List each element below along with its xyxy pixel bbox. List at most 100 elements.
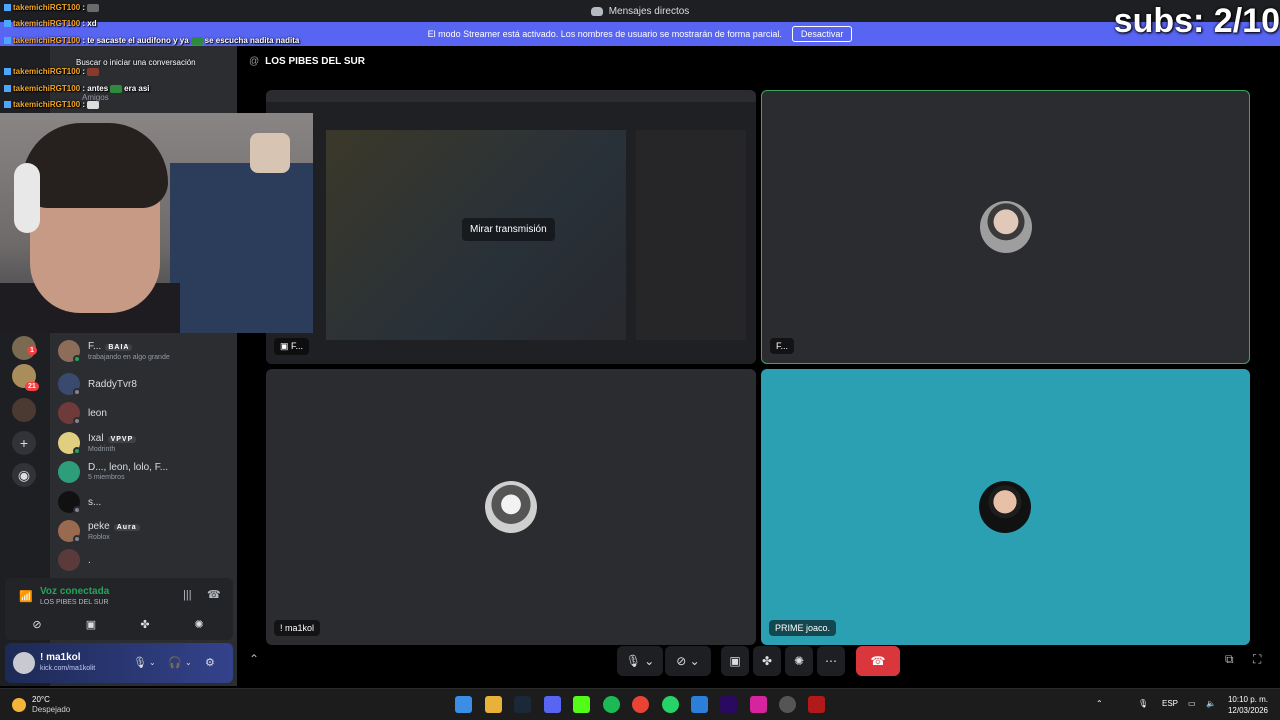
whatsapp-icon[interactable] [662,696,679,713]
spotify-icon[interactable] [603,696,620,713]
chat-message: takemichiRGT100 : te sacaste el audifono… [4,36,299,45]
kick-icon[interactable] [573,696,590,713]
dm-item[interactable]: . [58,547,233,573]
channel-header: @ LOS PIBES DEL SUR [249,56,365,67]
mic-icon: 🎙 ⌄ [625,654,655,668]
notification-badge: 21 [25,382,39,391]
chevron-up-icon[interactable]: ⌃ [249,652,259,666]
signal-icon[interactable]: 📶 [19,590,33,603]
dm-name: Ixal [88,432,104,444]
popout-icon[interactable]: ⧉ [1225,652,1234,667]
tile-label: ▣ F... [274,338,310,355]
hang-up-icon: ☎ [870,654,886,668]
channel-title: LOS PIBES DEL SUR [265,56,365,67]
screen-share-button[interactable]: ▣ [721,646,749,676]
obs-icon[interactable] [779,696,796,713]
noise-suppression-icon[interactable]: ||| [183,589,192,601]
dm-name: s... [88,496,102,508]
voice-connected-label: Voz conectada [40,586,110,597]
chevron-down-icon[interactable]: ⌄ [149,658,156,667]
participant-tile[interactable]: F... [761,90,1250,364]
headset-icon[interactable]: 🎧 [168,656,182,669]
windows-start-icon[interactable] [455,696,472,713]
app-icon[interactable] [808,696,825,713]
disconnect-icon[interactable]: ☎ [207,588,221,601]
dm-name: peke [88,520,110,532]
chat-message: takemichiRGT100 : [4,3,101,12]
voice-call-area: @ LOS PIBES DEL SUR Mirar transmisión ▣ F… [237,46,1280,686]
more-options-button[interactable]: ⋯ [817,646,845,676]
dm-item[interactable]: Ixal VPVP Modrinth [58,430,233,456]
tag: BAIA [105,343,133,351]
date: 12/03/2026 [1227,706,1268,715]
dm-item[interactable]: s... [58,489,233,515]
discord-icon [590,6,603,16]
user-status: kick.com/ma1kolit [40,665,96,672]
chevron-down-icon[interactable]: ⌄ [185,658,192,667]
stream-tile[interactable]: Mirar transmisión ▣ F... [266,90,756,364]
voice-channel-name[interactable]: LOS PIBES DEL SUR [40,599,109,606]
screen-share-button[interactable]: ▣ [69,616,113,634]
soundboard-button[interactable]: ✺ [785,646,813,676]
dm-item[interactable]: RaddyTvr8 [58,371,233,397]
title-bar: Mensajes directos [0,0,1280,22]
messenger-icon[interactable] [691,696,708,713]
settings-gear-icon[interactable]: ⚙ [205,656,215,669]
steam-icon[interactable] [514,696,531,713]
camera-off-icon: ⊘ ⌄ [676,654,700,668]
volume-icon[interactable]: 🔈 [1206,699,1216,708]
participant-avatar [485,481,537,533]
activities-button[interactable]: ✤ [123,616,167,634]
time: 10:10 p. m. [1227,695,1268,704]
file-explorer-icon[interactable] [485,696,502,713]
weather-widget[interactable]: 20°C Despejado [12,695,70,715]
chat-message: takemichiRGT100 : xd [4,19,97,28]
chevron-up-icon[interactable]: ⌃ [1096,699,1103,708]
tag: VPVP [107,435,137,443]
weather-text: Despejado [32,705,71,714]
participant-tile[interactable]: ! ma1kol [266,369,756,645]
mic-icon[interactable]: 🎙 [133,656,147,669]
watch-stream-button[interactable]: Mirar transmisión [462,218,555,241]
server-icon[interactable] [12,398,36,422]
dm-name: . [88,554,91,566]
participant-tile[interactable]: PRIME joaco. [761,369,1250,645]
chrome-icon[interactable] [632,696,649,713]
mic-icon[interactable]: 🎙 [1138,699,1148,708]
username[interactable]: ! ma1kol [40,652,81,663]
dm-item[interactable]: F... BAIA trabajando en algo grande [58,338,233,364]
participant-avatar [980,201,1032,253]
premiere-icon[interactable] [720,696,737,713]
screen-share-icon: ▣ [729,654,741,668]
mute-button[interactable]: 🎙 ⌄ [617,646,663,676]
soundboard-button[interactable]: ✺ [177,616,221,634]
dm-status: Modrinth [88,445,116,453]
user-avatar[interactable] [13,652,35,674]
subs-counter: subs: 2/10 [1113,2,1280,40]
at-icon: @ [249,56,260,67]
notification-badge: 1 [27,346,37,355]
activities-button[interactable]: ✤ [753,646,781,676]
network-icon[interactable]: ▭ [1188,699,1196,708]
language-indicator[interactable]: ESP [1162,699,1178,708]
dm-item[interactable]: peke Aura Roblox [58,518,233,544]
discover-icon[interactable]: ◉ [12,463,36,487]
screen-share-icon: ▣ [280,341,292,351]
fullscreen-icon[interactable]: ⛶ [1253,652,1261,667]
hang-up-button[interactable]: ☎ [856,646,900,676]
clock[interactable]: 10:10 p. m. 12/03/2026 [1228,694,1268,716]
add-server-icon[interactable]: + [12,431,36,455]
temperature: 20°C [32,695,50,704]
discord-icon[interactable] [544,696,561,713]
dm-item[interactable]: D..., leon, lolo, F... 5 miembros [58,459,233,485]
camera-off-button[interactable]: ⊘ [15,616,59,634]
dm-search-input[interactable]: Buscar o iniciar una conversación [76,58,196,67]
dm-name: leon [88,407,107,419]
camera-button[interactable]: ⊘ ⌄ [665,646,711,676]
instagram-icon[interactable] [750,696,767,713]
friends-link[interactable]: Amigos [82,93,109,102]
dm-item[interactable]: leon [58,400,233,426]
avatar [58,340,81,363]
disable-streamer-button[interactable]: Desactivar [791,26,853,42]
tile-label: ! ma1kol [274,620,321,636]
